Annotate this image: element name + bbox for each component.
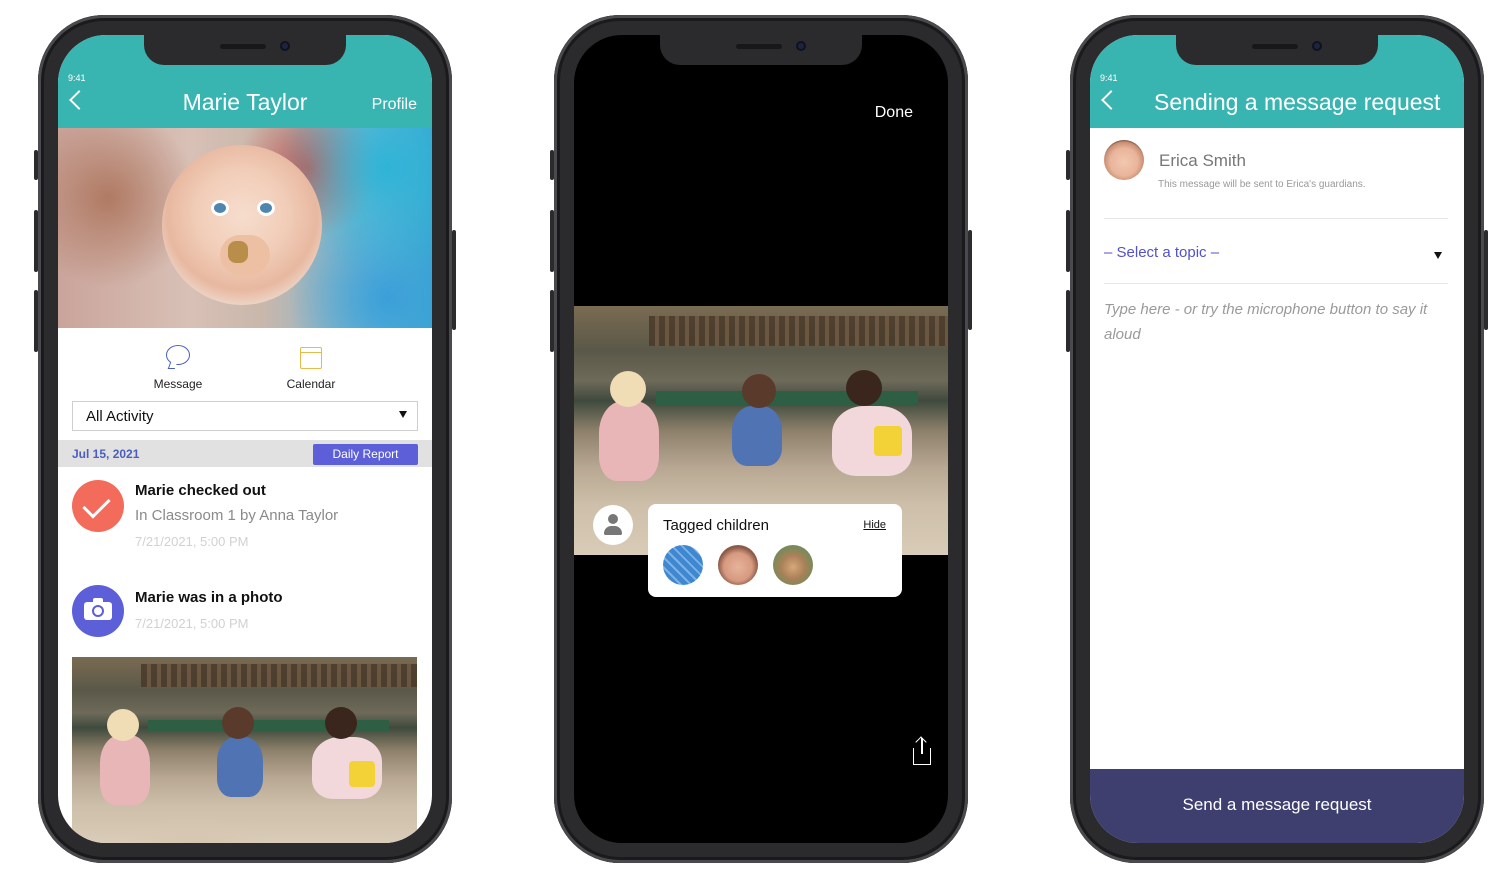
phone-message-request: 9:41 Sending a message request Erica Smi… (1066, 15, 1488, 863)
daily-report-button[interactable]: Daily Report (313, 444, 418, 465)
tagged-children-panel: Tagged children Hide (648, 504, 902, 597)
chat-bubble-icon (166, 345, 190, 365)
topic-select[interactable]: – Select a topic – (1104, 244, 1219, 261)
tag-person-button[interactable] (593, 505, 633, 545)
phone-photo-viewer: Done Tagged children Hide (550, 15, 972, 863)
screen: Done Tagged children Hide (574, 35, 948, 843)
profile-link[interactable]: Profile (372, 96, 417, 114)
child-avatar (162, 145, 322, 305)
recipient-avatar (1104, 140, 1144, 180)
recipient-note: This message will be sent to Erica's gua… (1158, 179, 1366, 190)
tagged-children-title: Tagged children (663, 517, 769, 534)
tagged-child-avatar[interactable] (773, 545, 813, 585)
feed-item-subtitle: In Classroom 1 by Anna Taylor (135, 507, 339, 524)
send-request-button[interactable]: Send a message request (1090, 769, 1464, 843)
phone-child-feed: 9:41 Marie Taylor Profile Message Calend… (34, 15, 456, 863)
page-title: Sending a message request (1154, 89, 1441, 115)
date-header: Jul 15, 2021 Daily Report (58, 440, 432, 467)
divider (1104, 283, 1448, 284)
activity-filter-select[interactable]: All Activity (72, 401, 418, 431)
check-icon (72, 480, 124, 532)
message-textarea[interactable]: Type here - or try the microphone button… (1104, 297, 1444, 347)
dropdown-caret-icon (399, 411, 407, 418)
feed-date: Jul 15, 2021 (72, 447, 140, 461)
recipient-name: Erica Smith (1159, 151, 1246, 170)
message-action-label: Message (153, 377, 203, 391)
feed-item-time: 7/21/2021, 5:00 PM (135, 534, 249, 549)
hide-button[interactable]: Hide (863, 519, 886, 531)
screen: 9:41 Sending a message request Erica Smi… (1090, 35, 1464, 843)
tagged-child-avatar[interactable] (718, 545, 758, 585)
status-time: 9:41 (1100, 73, 1118, 83)
back-icon[interactable] (1101, 90, 1121, 110)
feed-photo[interactable] (72, 657, 417, 843)
share-icon[interactable] (913, 738, 931, 765)
status-time: 9:41 (68, 73, 86, 83)
feed-item-title: Marie was in a photo (135, 589, 283, 606)
calendar-action-label: Calendar (286, 377, 336, 391)
divider (1104, 218, 1448, 219)
calendar-icon (300, 347, 322, 369)
feed-item-title: Marie checked out (135, 482, 266, 499)
camera-icon (72, 585, 124, 637)
activity-filter-value: All Activity (86, 408, 154, 425)
profile-banner (58, 128, 432, 328)
feed-item-time: 7/21/2021, 5:00 PM (135, 616, 249, 631)
dropdown-caret-icon[interactable] (1434, 252, 1442, 259)
done-button[interactable]: Done (875, 104, 913, 122)
tagged-child-avatar[interactable] (663, 545, 703, 585)
screen: 9:41 Marie Taylor Profile Message Calend… (58, 35, 432, 843)
